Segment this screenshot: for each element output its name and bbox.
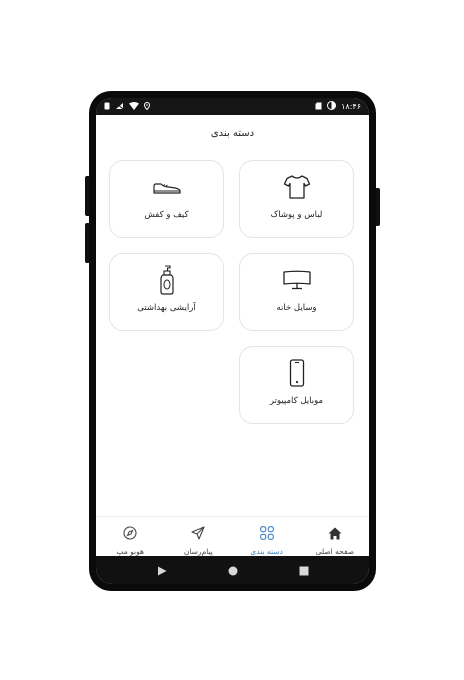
category-card-cosmetics[interactable]: آرایشی بهداشتی	[109, 253, 224, 331]
status-right-icons: ۱۸:۴۶	[315, 101, 361, 112]
location-icon	[143, 101, 151, 112]
category-card-mobile-computer[interactable]: موبایل کامپیوتر	[239, 346, 354, 424]
category-card-home-appliances[interactable]: وسایل خانه	[239, 253, 354, 331]
page-title: دسته بندی	[210, 128, 255, 139]
category-label: کیف و کفش	[144, 210, 189, 220]
nav-label: دسته بندی	[250, 547, 283, 556]
phone-frame: ۱۸:۴۶ دسته بندی لباس و پوشاک کیف و کفش و…	[89, 91, 376, 591]
status-bar: ۱۸:۴۶	[96, 98, 369, 115]
nav-item-hobo-map[interactable]: هوبو مپ	[96, 517, 164, 557]
category-label: آرایشی بهداشتی	[137, 303, 196, 313]
status-left-icons	[104, 101, 151, 112]
category-label: وسایل خانه	[276, 303, 317, 313]
home-circle-icon[interactable]	[228, 561, 238, 580]
data-saver-icon	[115, 102, 124, 112]
nav-label: هوبو مپ	[116, 547, 144, 556]
mobile-phone-icon	[240, 359, 353, 387]
shirt-icon	[240, 173, 353, 201]
shoe-icon	[110, 173, 223, 201]
nav-item-home[interactable]: صفحه اصلی	[301, 517, 369, 557]
send-icon	[191, 525, 205, 544]
battery-icon	[327, 101, 337, 112]
nav-label: صفحه اصلی	[315, 547, 355, 556]
wifi-icon	[129, 101, 139, 112]
grid-icon	[259, 525, 274, 544]
monitor-icon	[240, 266, 353, 294]
category-label: موبایل کامپیوتر	[269, 396, 324, 406]
system-nav-bar	[96, 556, 369, 584]
category-card-clothing[interactable]: لباس و پوشاک	[239, 160, 354, 238]
nav-item-messenger[interactable]: پیام‌رسان	[164, 517, 232, 557]
recents-icon[interactable]	[299, 561, 309, 580]
home-icon	[328, 525, 342, 544]
phone-screen: ۱۸:۴۶ دسته بندی لباس و پوشاک کیف و کفش و…	[96, 98, 369, 584]
category-label: لباس و پوشاک	[270, 210, 323, 220]
status-time: ۱۸:۴۶	[341, 102, 361, 111]
compass-icon	[123, 525, 137, 544]
back-icon[interactable]	[157, 561, 167, 580]
nav-item-categories[interactable]: دسته بندی	[233, 517, 301, 557]
lotion-bottle-icon	[110, 265, 223, 295]
sim-icon	[315, 102, 322, 112]
category-card-bags-shoes[interactable]: کیف و کفش	[109, 160, 224, 238]
sim-card-icon	[104, 102, 110, 112]
nav-label: پیام‌رسان	[183, 547, 213, 556]
bottom-nav: صفحه اصلی دسته بندی پیام‌رسان	[96, 516, 369, 557]
